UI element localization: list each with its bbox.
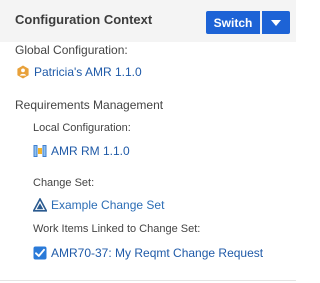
- change-set-row: Example Change Set: [33, 198, 164, 212]
- work-item-row: AMR70-37: My Reqmt Change Request: [33, 246, 263, 260]
- configuration-context-panel: Configuration Context Switch Global Conf…: [0, 0, 296, 283]
- change-set-label: Change Set:: [33, 177, 95, 189]
- panel-header: Configuration Context Switch: [0, 0, 296, 42]
- panel-title: Configuration Context: [15, 12, 153, 27]
- global-configuration-label: Global Configuration:: [15, 43, 128, 57]
- bottom-divider: [0, 280, 296, 281]
- chevron-down-icon: [271, 19, 281, 26]
- switch-dropdown-button[interactable]: [262, 11, 290, 34]
- switch-button-group: Switch: [206, 11, 290, 34]
- work-items-label: Work Items Linked to Change Set:: [33, 223, 201, 235]
- stream-config-icon: [33, 144, 47, 158]
- requirements-management-label: Requirements Management: [15, 98, 164, 112]
- local-configuration-link[interactable]: AMR RM 1.1.0: [51, 144, 130, 158]
- global-configuration-link[interactable]: Patricia's AMR 1.1.0: [34, 65, 142, 79]
- switch-button[interactable]: Switch: [206, 11, 260, 34]
- change-set-link[interactable]: Example Change Set: [51, 198, 164, 212]
- local-configuration-label: Local Configuration:: [33, 122, 131, 134]
- global-configuration-row: Patricia's AMR 1.1.0: [16, 65, 142, 79]
- local-configuration-row: AMR RM 1.1.0: [33, 144, 130, 158]
- global-config-icon: [16, 65, 30, 79]
- checkbox-checked-icon: [33, 246, 47, 260]
- change-set-icon: [33, 198, 47, 212]
- work-item-link[interactable]: AMR70-37: My Reqmt Change Request: [51, 246, 263, 260]
